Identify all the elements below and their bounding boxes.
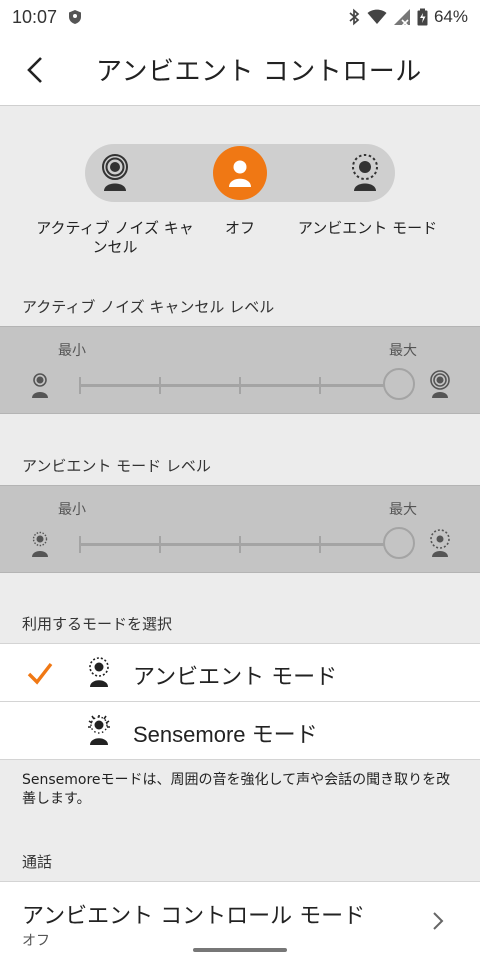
call-item-title: アンビエント コントロール モード xyxy=(22,904,366,929)
slider-tick xyxy=(319,536,321,553)
check-icon xyxy=(27,662,53,685)
ambient-max-icon xyxy=(430,529,450,557)
sensemore-mode-row[interactable]: Sensemore モード xyxy=(0,701,480,759)
slider-tick xyxy=(239,536,241,553)
status-time: 10:07 xyxy=(12,6,58,27)
noise-cancel-label: アクティブ ノイズ キャンセル xyxy=(36,219,194,256)
sensemore-note: Sensemoreモードは、周囲の音を強化して声や会話の聞き取りを改善します。 xyxy=(22,772,451,807)
slider-tick xyxy=(319,377,321,394)
app-bar: アンビエント コントロール xyxy=(0,34,480,106)
ambient-mode-label: アンビエント モード xyxy=(133,665,338,690)
slider-thumb[interactable] xyxy=(383,368,415,400)
ambient-mode-row[interactable]: アンビエント モード xyxy=(0,643,480,701)
ambient-icon xyxy=(89,657,109,687)
slider-tick xyxy=(159,377,161,394)
noise-cancel-option[interactable] xyxy=(88,146,142,200)
ambient-option[interactable] xyxy=(338,146,392,200)
slider-tick xyxy=(159,536,161,553)
call-item-value: オフ xyxy=(22,933,50,949)
cellular-signal-icon xyxy=(393,9,410,26)
battery-percent: 64% xyxy=(433,7,468,26)
person-icon xyxy=(229,160,251,187)
anc-level-slider: 最小 最大 xyxy=(0,326,480,414)
battery-icon xyxy=(417,8,428,26)
status-bar: 10:07 64% xyxy=(0,0,480,34)
min-label: 最小 xyxy=(58,343,86,359)
max-label: 最大 xyxy=(389,502,417,518)
navigation-handle[interactable] xyxy=(193,948,287,952)
wifi-icon xyxy=(367,9,387,24)
slider-tick xyxy=(239,377,241,394)
ambient-level-slider: 最小 最大 xyxy=(0,485,480,573)
noise-cancel-icon xyxy=(102,154,128,191)
sensemore-icon xyxy=(88,715,110,745)
ambient-mode-switch xyxy=(85,144,395,202)
ambient-min-icon xyxy=(32,531,48,557)
max-label: 最大 xyxy=(389,343,417,359)
slider-tick xyxy=(79,377,81,394)
off-option[interactable] xyxy=(213,146,267,200)
person-min-icon xyxy=(32,373,48,398)
slider-thumb[interactable] xyxy=(383,527,415,559)
page-title: アンビエント コントロール xyxy=(96,57,422,87)
ambient-label: アンビエント モード xyxy=(297,219,438,237)
shield-icon xyxy=(69,10,82,24)
mode-select-heading: 利用するモードを選択 xyxy=(22,615,173,633)
slider-tick xyxy=(79,536,81,553)
call-heading: 通話 xyxy=(22,853,53,871)
min-label: 最小 xyxy=(58,502,86,518)
bluetooth-icon xyxy=(349,8,360,26)
divider xyxy=(0,759,480,760)
noise-cancel-max-icon xyxy=(430,370,450,398)
off-label: オフ xyxy=(224,219,255,237)
chevron-right-icon xyxy=(433,912,444,930)
ambient-level-heading: アンビエント モード レベル xyxy=(22,457,211,475)
back-button[interactable] xyxy=(0,34,70,106)
ambient-icon xyxy=(352,154,378,191)
back-arrow-icon xyxy=(27,56,42,83)
sensemore-mode-label: Sensemore モード xyxy=(133,722,318,747)
anc-level-heading: アクティブ ノイズ キャンセル レベル xyxy=(22,298,275,316)
